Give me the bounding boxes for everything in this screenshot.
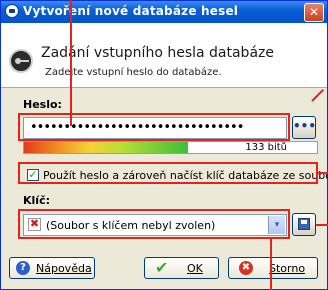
create-database-dialog: Vytvoření nové databáze hesel ✕ Zadání v…	[0, 0, 328, 290]
password-label: Heslo:	[23, 98, 62, 111]
header-title: Zadání vstupního hesla databáze	[41, 45, 274, 61]
key-icon	[9, 49, 33, 73]
password-quality-bar: 133 bitů	[23, 141, 318, 154]
password-pointer-line	[70, 0, 72, 126]
help-button-label: Nápověda	[36, 262, 92, 275]
help-button[interactable]: ? Nápověda	[9, 257, 95, 279]
save-key-file-button[interactable]	[292, 213, 316, 236]
checkmark-icon: ✔	[155, 258, 169, 277]
cancel-icon: ✖	[239, 261, 253, 275]
cancel-button-label: Storno	[269, 262, 306, 275]
key-label: Klíč:	[23, 194, 50, 207]
close-button[interactable]: ✕	[304, 3, 324, 22]
save-pointer-line	[316, 224, 328, 226]
key-select-highlight-box	[18, 209, 290, 239]
dialog-header: Zadání vstupního hesla databáze Zadejte …	[1, 23, 327, 88]
password-quality-text: 133 bitů	[245, 142, 287, 153]
show-password-button[interactable]: •••	[292, 116, 316, 139]
keyfile-option-highlight-box	[18, 162, 318, 184]
ok-button[interactable]: ✔ OK	[144, 257, 219, 279]
key-select-pointer-line	[270, 239, 272, 290]
ok-button-label: OK	[187, 262, 203, 275]
window-title: Vytvoření nové databáze hesel	[23, 4, 239, 18]
title-bar[interactable]: Vytvoření nové databáze hesel ✕	[1, 1, 327, 23]
floppy-disk-icon	[298, 218, 310, 230]
cancel-button[interactable]: ✖ Storno	[228, 257, 318, 279]
keyfile-option-pointer-line	[318, 172, 328, 174]
password-quality-fill	[24, 142, 189, 153]
help-icon: ?	[16, 261, 30, 275]
app-lock-icon	[5, 4, 19, 18]
password-highlight-box	[18, 113, 290, 141]
